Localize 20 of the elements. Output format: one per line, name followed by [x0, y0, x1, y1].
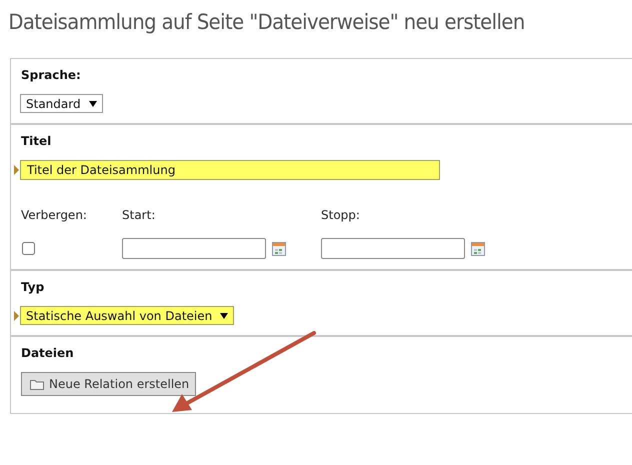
calendar-icon[interactable]: [272, 242, 286, 256]
section-label: Dateien: [21, 346, 75, 360]
section-label: Sprache:: [21, 68, 82, 82]
input-field[interactable]: Titel der Dateisammlung: [20, 160, 440, 180]
date-field[interactable]: [321, 238, 465, 259]
calendar-icon[interactable]: [471, 242, 485, 256]
section-label: Typ: [21, 280, 46, 294]
field-label: Start:: [122, 208, 156, 222]
caret-icon: [220, 312, 228, 318]
field-label: Stopp:: [321, 208, 361, 222]
dropdown[interactable]: Standard: [20, 94, 103, 113]
page-title: Dateisammlung auf Seite "Dateiverweise" neu erstellen: [7, 9, 526, 36]
folder-icon: [30, 378, 44, 390]
new-relation-button[interactable]: Neue Relation erstellen: [21, 372, 196, 396]
field-label: Verbergen:: [21, 208, 88, 222]
section-label: Titel: [21, 134, 52, 148]
checkbox[interactable]: [22, 242, 35, 255]
date-field[interactable]: [122, 238, 266, 259]
caret-icon: [88, 100, 97, 106]
dropdown[interactable]: Statische Auswahl von Dateien: [20, 306, 234, 325]
